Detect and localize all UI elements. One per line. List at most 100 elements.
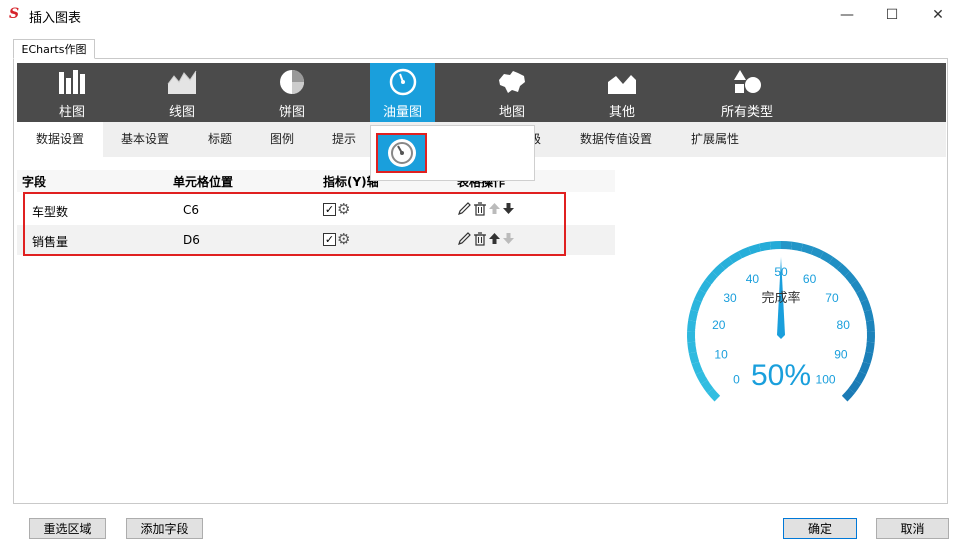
gauge-arc-segment [759,241,771,252]
maximize-button[interactable]: ☐ [869,0,915,30]
gauge-arc-segment [810,246,824,259]
gauge-tick [756,252,760,259]
gauge-tick [727,266,733,273]
gauge-arc-segment [854,370,867,385]
gauge-arc-segment [691,361,703,375]
gauge-arc-segment [863,309,874,322]
gauge-tick [850,373,857,377]
bar-chart-icon [59,70,85,94]
chart-type-pie-item[interactable]: 饼图 [257,63,327,122]
chart-type-label: 饼图 [278,105,305,120]
gauge-tick [835,271,841,278]
gauge-tick [698,357,711,363]
chart-type-other-item[interactable]: 其他 [587,63,657,122]
app-logo-icon: S [9,6,20,22]
gauge-tick [854,366,861,370]
gauge-tick [706,290,713,295]
chart-type-bar: 柱图 线图 饼图 油量图 地图 其他 所有类型 [17,63,946,122]
gauge-arc-segment [704,271,718,285]
gauge-tick [721,271,727,278]
ok-button[interactable]: 确定 [783,518,857,539]
gauge-subtype-option[interactable] [376,133,427,173]
tab-title[interactable]: 标题 [192,122,248,157]
gauge-tick [858,351,866,355]
gauge-tick [840,277,846,283]
header-cell-position: 单元格位置 [173,175,234,189]
minimize-button[interactable]: — [824,0,870,30]
add-field-button[interactable]: 添加字段 [126,518,203,539]
gauge-arc-segment [859,361,871,375]
gauge-tick [823,262,828,268]
chart-type-gauge-item[interactable]: 油量图 [370,63,435,122]
gauge-arc-segment [687,341,697,354]
gauge-arc-segment [711,263,726,277]
gauge-icon [387,139,416,167]
chart-type-line-item[interactable]: 线图 [147,63,217,122]
tab-data-transfer-settings[interactable]: 数据传值设置 [570,122,662,157]
gauge-tick [716,277,722,283]
gauge-tick [710,283,722,293]
tab-tooltip[interactable]: 提示 [316,122,372,157]
gauge-tick [832,386,843,397]
chart-type-label: 其他 [608,105,635,120]
gauge-tick [709,379,716,384]
all-types-icon [734,70,761,93]
gauge-tick [741,258,749,270]
chart-type-map-item[interactable]: 地图 [477,63,547,122]
cancel-button[interactable]: 取消 [876,518,949,539]
chart-type-label: 油量图 [382,105,422,120]
gauge-tick [699,305,706,309]
chart-type-label: 线图 [168,105,195,120]
gauge-tick [829,266,835,273]
gauge-tick [851,357,864,363]
gauge-arc-segment [748,243,761,255]
tab-basic-settings[interactable]: 基本设置 [107,122,183,157]
gauge-arc-segment [856,289,868,303]
tab-echarts[interactable]: ECharts作图 [13,39,95,59]
gauge-tick [772,249,774,256]
gauge-tick-label: 80 [837,318,851,332]
gauge-tick-label: 30 [723,291,737,305]
gauge-arc-segment [695,370,708,385]
gauge-tick [719,386,730,397]
gauge-arc-segment [694,289,706,303]
gauge-tick-label: 20 [712,318,726,332]
gauge-arc-segment [865,320,875,332]
gauge-tick-label: 90 [834,347,848,361]
chart-type-bar-item[interactable]: 柱图 [37,63,107,122]
chart-type-all-item[interactable]: 所有类型 [697,63,797,122]
gauge-tick [813,258,821,270]
chart-type-label: 柱图 [58,105,85,120]
gauge-label: 完成率 [761,290,800,305]
gauge-arc-segment [780,241,793,250]
gauge-tick [860,344,867,347]
gauge-tick [795,250,798,257]
gauge-tick [764,250,767,257]
reselect-area-button[interactable]: 重选区域 [29,518,106,539]
gauge-tick [748,254,753,261]
gauge-tick [802,252,806,259]
gauge-tick-label: 40 [746,272,760,286]
chart-type-label: 地图 [498,105,525,120]
close-button[interactable]: ✕ [915,0,961,30]
map-icon [499,71,525,93]
tab-extended-properties[interactable]: 扩展属性 [677,122,753,157]
tab-legend[interactable]: 图例 [254,122,310,157]
gauge-arc-segment [865,341,875,354]
chart-type-label: 所有类型 [720,105,773,120]
gauge-tick [842,385,848,391]
gauge-arc-segment [728,251,742,264]
header-field: 字段 [22,175,47,189]
gauge-arc-segment [688,351,700,365]
tab-data-settings[interactable]: 数据设置 [17,122,103,157]
gauge-arc-segment [828,256,843,270]
gauge-tick [856,305,863,309]
gauge-arc-segment [848,379,862,394]
gauge-arc-segment [791,241,803,252]
window-title: 插入图表 [29,11,82,26]
pie-chart-icon [280,70,304,94]
gauge-tick [696,351,704,355]
gauge-tick [702,297,709,302]
gauge-arc-segment [719,256,734,270]
gauge-arc-segment [844,271,858,285]
